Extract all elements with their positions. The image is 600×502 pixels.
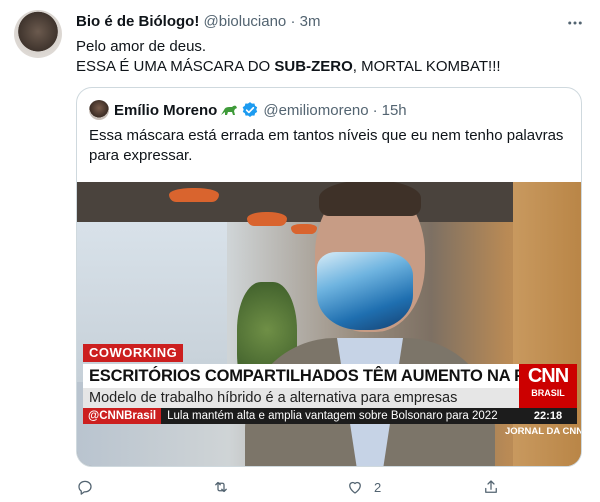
quoted-tweet[interactable]: Emílio Moreno @emiliomoreno · 15h Essa m…: [76, 87, 582, 467]
retweet-button[interactable]: [212, 476, 240, 498]
share-icon: [485, 480, 497, 493]
lamp-shape: [247, 212, 287, 226]
program-name: JORNAL DA CNN: [505, 426, 582, 437]
author-avatar[interactable]: [14, 10, 62, 58]
tweet-header: Bio é de Biólogo! @bioluciano · 3m: [76, 13, 320, 30]
more-options-button[interactable]: [564, 12, 586, 34]
quote-header: Emílio Moreno @emiliomoreno · 15h: [89, 100, 407, 120]
tweet-text-bold: SUB-ZERO: [274, 58, 353, 75]
quote-author-avatar: [89, 100, 109, 120]
share-button[interactable]: [482, 476, 510, 498]
reply-button[interactable]: [76, 476, 104, 498]
news-ticker: @CNNBrasil Lula mantém alta e amplia vant…: [83, 408, 519, 424]
tweet-text-part: ESSA É UMA MÁSCARA DO: [76, 58, 275, 75]
tweet-actions: 2: [76, 476, 506, 500]
person-hair: [319, 182, 421, 216]
broadcast-clock: 22:18: [519, 408, 577, 424]
ticker-text: Lula mantém alta e amplia vantagem sobre…: [167, 410, 498, 422]
retweet-icon: [215, 481, 227, 493]
wood-panel: [513, 182, 581, 466]
cnn-logo-sub: BRASIL: [531, 388, 565, 398]
chyron-subline: Modelo de trabalho híbrido é a alternati…: [83, 388, 519, 408]
tweet-text-line1: Pelo amor de deus.: [76, 38, 207, 55]
cnn-logo: CNN BRASIL: [519, 364, 577, 408]
chyron-tag: COWORKING: [83, 344, 184, 362]
chyron-headline: ESCRITÓRIOS COMPARTILHADOS TÊM AUMENTO N…: [83, 364, 519, 388]
author-name[interactable]: Bio é de Biólogo!: [76, 13, 199, 30]
separator-dot: ·: [372, 101, 378, 119]
heart-icon: [349, 481, 361, 494]
author-handle[interactable]: @bioluciano: [204, 13, 287, 30]
tweet-text: Pelo amor de deus. ESSA É UMA MÁSCARA DO…: [76, 37, 576, 77]
separator-dot: ·: [290, 13, 296, 30]
tweet-text-line2: ESSA É UMA MÁSCARA DO SUB-ZERO, MORTAL K…: [76, 57, 576, 77]
quote-text: Essa máscara está errada em tantos nívei…: [89, 127, 564, 164]
quote-author-handle: @emiliomoreno: [263, 101, 369, 119]
quote-author-name: Emílio Moreno: [114, 101, 218, 119]
ticker-brand: @CNNBrasil: [83, 408, 162, 424]
verified-badge-icon: [241, 101, 259, 119]
person-figure: [245, 182, 495, 466]
lamp-shape: [291, 224, 317, 234]
cnn-logo-text: CNN: [527, 365, 569, 387]
subzero-mask: [317, 252, 413, 330]
more-dots-icon: [568, 21, 582, 25]
dinosaur-icon: [220, 103, 238, 117]
quote-time: 15h: [381, 101, 407, 119]
tweet-time[interactable]: 3m: [300, 13, 321, 30]
tweet-text-part: , MORTAL KOMBAT!!!: [352, 58, 501, 75]
lamp-shape: [169, 188, 219, 202]
video-frame[interactable]: COWORKING ESCRITÓRIOS COMPARTILHADOS TÊM…: [77, 182, 582, 466]
reply-icon: [78, 480, 92, 495]
like-button[interactable]: 2: [346, 476, 381, 498]
like-count: 2: [374, 479, 382, 495]
